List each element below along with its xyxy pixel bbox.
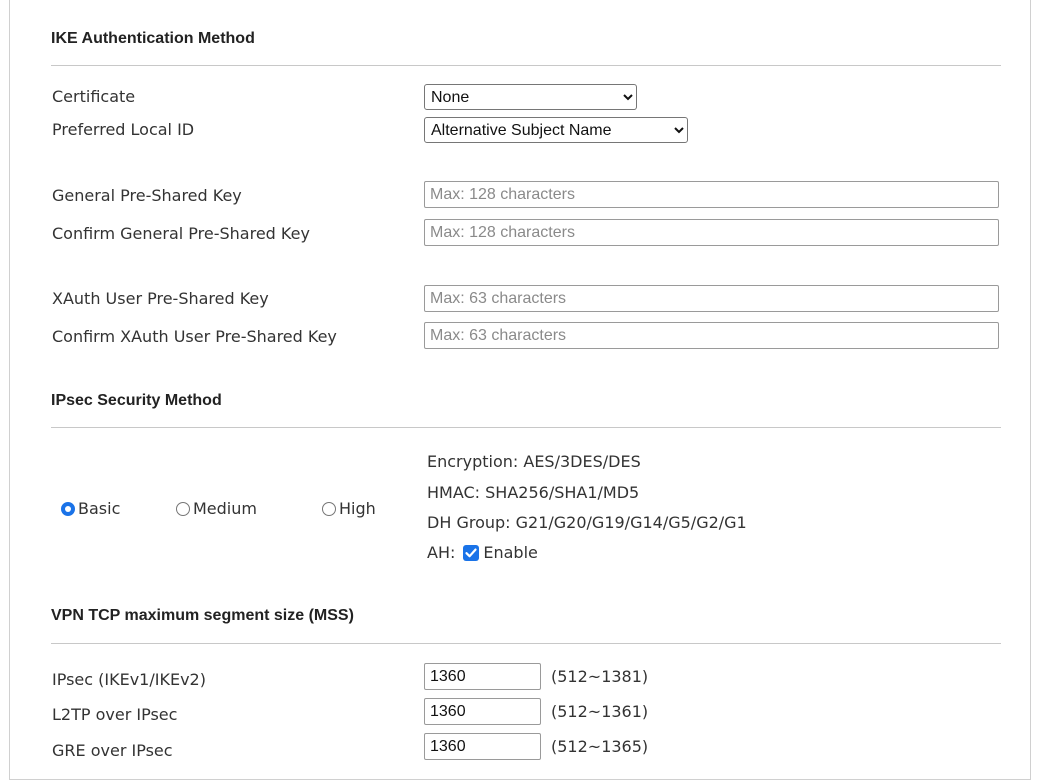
mss-gre-input[interactable]	[424, 733, 541, 760]
mss-section-divider	[51, 643, 1001, 644]
general-psk-input[interactable]	[424, 181, 999, 208]
preferred-local-id-label: Preferred Local ID	[52, 120, 195, 139]
mss-ipsec-label: IPsec (IKEv1/IKEv2)	[52, 670, 206, 689]
confirm-xauth-psk-label: Confirm XAuth User Pre-Shared Key	[52, 327, 337, 346]
mss-l2tp-label: L2TP over IPsec	[52, 705, 178, 724]
mss-l2tp-input[interactable]	[424, 698, 541, 725]
ipsec-section-divider	[51, 427, 1001, 428]
ah-row: AH: Enable	[427, 543, 538, 562]
mss-ipsec-range: (512~1381)	[551, 667, 649, 686]
xauth-psk-input[interactable]	[424, 285, 999, 312]
xauth-psk-label: XAuth User Pre-Shared Key	[52, 289, 269, 308]
hmac-info: HMAC: SHA256/SHA1/MD5	[427, 483, 640, 502]
mss-gre-label: GRE over IPsec	[52, 741, 173, 760]
mss-ipsec-input[interactable]	[424, 663, 541, 690]
radio-medium-icon[interactable]	[176, 501, 190, 516]
confirm-general-psk-input[interactable]	[424, 219, 999, 246]
ike-section-heading: IKE Authentication Method	[51, 30, 255, 47]
radio-basic-icon[interactable]	[61, 501, 75, 516]
certificate-label: Certificate	[52, 87, 136, 106]
ah-enable-checkbox[interactable]	[463, 544, 480, 561]
ipsec-section-heading: IPsec Security Method	[51, 392, 222, 409]
radio-medium[interactable]: Medium	[176, 499, 257, 518]
mss-gre-range: (512~1365)	[551, 737, 649, 756]
general-psk-label: General Pre-Shared Key	[52, 186, 242, 205]
radio-high[interactable]: High	[322, 499, 376, 518]
radio-basic-label: Basic	[78, 499, 121, 518]
encryption-info: Encryption: AES/3DES/DES	[427, 452, 641, 471]
radio-high-label: High	[339, 499, 376, 518]
confirm-xauth-psk-input[interactable]	[424, 322, 999, 349]
radio-basic[interactable]: Basic	[61, 499, 120, 518]
radio-medium-label: Medium	[193, 499, 257, 518]
settings-panel: IKE Authentication Method Certificate No…	[9, 0, 1031, 780]
preferred-local-id-select[interactable]: Alternative Subject Name	[424, 117, 688, 143]
dh-group-info: DH Group: G21/G20/G19/G14/G5/G2/G1	[427, 513, 747, 532]
checkmark-icon	[465, 548, 477, 557]
confirm-general-psk-label: Confirm General Pre-Shared Key	[52, 224, 310, 243]
mss-section-heading: VPN TCP maximum segment size (MSS)	[51, 607, 354, 624]
ike-section-divider	[51, 65, 1001, 66]
radio-high-icon[interactable]	[322, 501, 336, 516]
ah-label: AH:	[427, 543, 456, 562]
ah-enable-label: Enable	[483, 543, 538, 562]
certificate-select[interactable]: None	[424, 84, 637, 110]
mss-l2tp-range: (512~1361)	[551, 702, 649, 721]
